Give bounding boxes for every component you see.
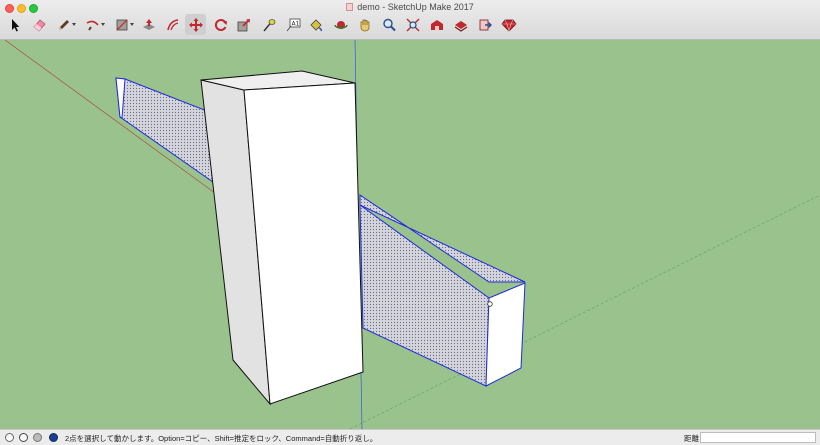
ruby-gem-icon	[500, 19, 517, 32]
extension-icon	[479, 19, 492, 30]
rectangle-tool-button[interactable]	[111, 14, 134, 35]
measurements-label: 距離	[684, 434, 699, 443]
arc-icon	[86, 20, 99, 31]
selected-beam-side-face[interactable]	[359, 204, 490, 387]
push-pull-icon	[142, 18, 155, 30]
share-model-icon	[454, 20, 467, 32]
model-scene[interactable]	[0, 40, 820, 429]
rotate-icon	[214, 18, 227, 31]
window-title: demo - SketchUp Make 2017	[0, 2, 820, 12]
eraser-tool-button[interactable]	[28, 14, 49, 35]
paint-bucket-tool-button[interactable]	[305, 14, 326, 35]
pencil-icon	[58, 19, 69, 30]
arc-tool-dropdown-icon[interactable]	[101, 23, 105, 26]
offset-tool-button[interactable]	[162, 14, 183, 35]
rotate-tool-button[interactable]	[210, 14, 231, 35]
select-tool-button[interactable]	[4, 14, 25, 35]
hand-icon	[360, 19, 369, 31]
orbit-tool-button[interactable]	[330, 14, 351, 35]
status-message: 2点を選択して動かします。Option=コピー、Shift=推定をロック、Com…	[65, 434, 378, 443]
window-titlebar: demo - SketchUp Make 2017 A1	[0, 0, 820, 40]
zoom-tool-button[interactable]	[378, 14, 399, 35]
scale-tool-button[interactable]	[233, 14, 254, 35]
zoom-extents-icon	[406, 18, 419, 31]
warehouse-icon	[430, 19, 443, 30]
credits-icon[interactable]	[19, 433, 28, 442]
measurements-input[interactable]	[700, 432, 816, 443]
arc-tool-button[interactable]	[82, 14, 105, 35]
tape-measure-icon	[262, 18, 275, 31]
move-cursor-point	[487, 301, 493, 307]
3d-warehouse-tool-button[interactable]	[426, 14, 447, 35]
rectangle-tool-dropdown-icon[interactable]	[130, 23, 134, 26]
svg-text:A1: A1	[291, 20, 299, 27]
push-pull-tool-button[interactable]	[138, 14, 159, 35]
zoom-extents-tool-button[interactable]	[402, 14, 423, 35]
selected-beam-end-face[interactable]	[485, 282, 526, 387]
instructor-icon[interactable]	[49, 433, 58, 442]
line-tool-button[interactable]	[53, 14, 76, 35]
model-viewport[interactable]	[0, 40, 820, 429]
scale-icon	[237, 18, 250, 31]
extension-manager-tool-button[interactable]	[498, 14, 519, 35]
pan-tool-button[interactable]	[354, 14, 375, 35]
window-title-text: demo - SketchUp Make 2017	[357, 2, 474, 12]
rectangle-icon	[116, 19, 127, 30]
magnifier-icon	[382, 18, 396, 31]
move-arrows-icon	[188, 17, 203, 32]
paint-bucket-icon	[309, 18, 322, 31]
sign-in-icon[interactable]	[33, 433, 42, 442]
status-bar: 2点を選択して動かします。Option=コピー、Shift=推定をロック、Com…	[0, 429, 820, 445]
geo-location-icon[interactable]	[5, 433, 14, 442]
tape-measure-tool-button[interactable]	[258, 14, 279, 35]
extension-warehouse-tool-button[interactable]	[474, 14, 495, 35]
offset-icon	[166, 18, 178, 30]
arrow-cursor-icon	[11, 18, 19, 31]
text-tool-button[interactable]: A1	[282, 14, 303, 35]
eraser-icon	[32, 18, 46, 32]
text-icon: A1	[286, 18, 300, 31]
orbit-icon	[333, 20, 348, 29]
line-tool-dropdown-icon[interactable]	[72, 23, 76, 26]
move-tool-button[interactable]	[185, 14, 206, 35]
document-icon	[346, 3, 354, 11]
share-model-tool-button[interactable]	[450, 14, 471, 35]
selected-beam-back[interactable]	[115, 77, 214, 183]
main-toolbar: A1	[0, 13, 820, 37]
